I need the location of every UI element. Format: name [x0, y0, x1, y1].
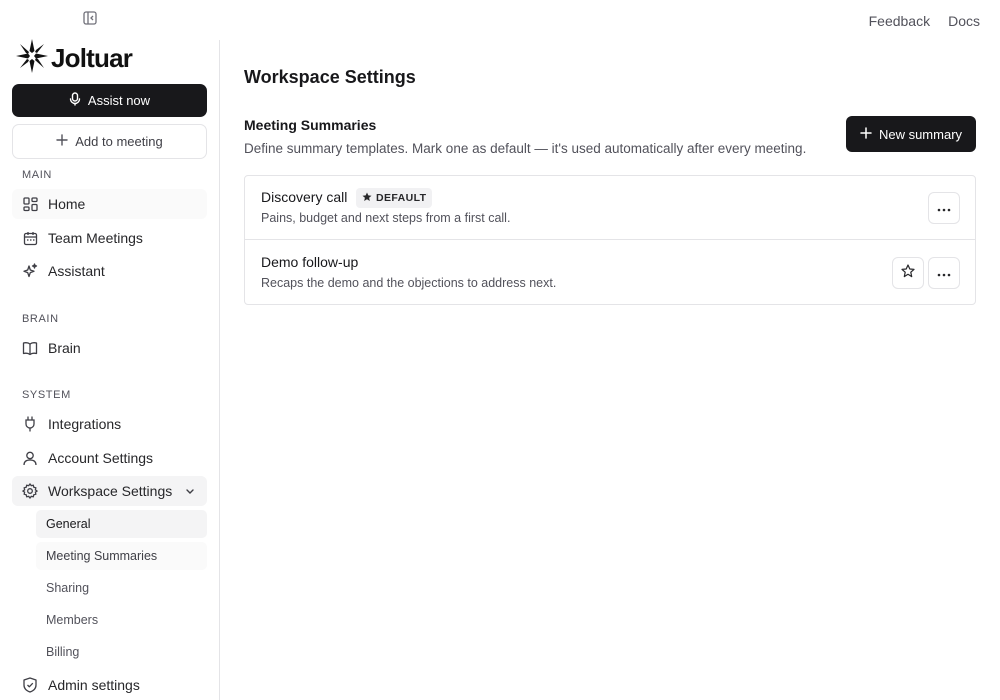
sidebar-item-label: Assistant — [48, 263, 105, 279]
set-default-button[interactable] — [892, 257, 924, 289]
mic-icon — [69, 92, 81, 109]
add-to-meeting-button[interactable]: Add to meeting — [12, 124, 207, 159]
grid-icon — [22, 196, 38, 212]
shield-icon — [22, 677, 38, 693]
plus-icon — [56, 134, 68, 149]
book-icon — [22, 340, 38, 356]
new-summary-button[interactable]: New summary — [846, 116, 976, 152]
new-summary-label: New summary — [878, 126, 963, 142]
sidebar-item-label: Brain — [48, 340, 81, 356]
list-item[interactable]: Discovery call DEFAULT Pains, budget and… — [245, 176, 975, 240]
top-links: Feedback Docs — [869, 13, 980, 29]
template-description: Recaps the demo and the objections to ad… — [261, 276, 557, 290]
brand-logo-icon — [15, 38, 49, 79]
docs-link[interactable]: Docs — [948, 13, 980, 29]
assist-now-label: Assist now — [87, 93, 151, 108]
sparkles-icon — [22, 263, 38, 279]
template-name: Demo follow-up — [261, 254, 359, 270]
template-name: Discovery call — [261, 189, 348, 205]
section-label-main: MAIN — [22, 169, 52, 181]
default-badge: DEFAULT — [356, 188, 433, 208]
plus-icon — [860, 126, 872, 142]
brand-name: Joltuar — [51, 42, 133, 73]
chevron-down-icon — [185, 483, 195, 499]
more-icon — [937, 199, 951, 217]
subnav-item-meeting-summaries[interactable]: Meeting Summaries — [36, 542, 207, 570]
assist-now-button[interactable]: Assist now — [12, 84, 207, 117]
sidebar-collapse-icon — [83, 10, 97, 30]
calendar-icon — [22, 230, 38, 246]
sidebar-item-label: Integrations — [48, 416, 122, 432]
plug-icon — [22, 416, 38, 432]
brand-logo[interactable]: Joltuar — [15, 38, 133, 79]
subnav-item-general[interactable]: General — [36, 510, 207, 538]
sidebar-item-workspace-settings[interactable]: Workspace Settings — [12, 476, 207, 506]
sidebar-item-label: Admin settings — [48, 677, 140, 693]
subnav-item-sharing[interactable]: Sharing — [36, 574, 207, 602]
sidebar-item-label: Home — [48, 196, 86, 212]
sidebar-item-brain[interactable]: Brain — [12, 333, 207, 363]
sidebar: Joltuar Assist now Add to meeting MAIN H… — [0, 38, 220, 700]
feedback-link[interactable]: Feedback — [869, 13, 930, 29]
section-label-brain: BRAIN — [22, 313, 59, 325]
template-description: Pains, budget and next steps from a firs… — [261, 211, 511, 225]
star-icon — [901, 263, 915, 283]
list-item[interactable]: Demo follow-up Recaps the demo and the o… — [245, 241, 975, 305]
more-icon — [937, 264, 951, 282]
subnav-item-members[interactable]: Members — [36, 606, 207, 634]
user-icon — [22, 450, 38, 466]
section-label-system: SYSTEM — [22, 389, 71, 401]
sidebar-item-assistant[interactable]: Assistant — [12, 256, 207, 286]
add-to-meeting-label: Add to meeting — [75, 134, 163, 149]
more-options-button[interactable] — [928, 192, 960, 224]
sidebar-item-label: Team Meetings — [48, 230, 143, 246]
star-icon — [362, 192, 372, 205]
subnav-item-billing[interactable]: Billing — [36, 638, 207, 666]
sidebar-collapse-button[interactable] — [80, 10, 100, 30]
summary-template-list: Discovery call DEFAULT Pains, budget and… — [244, 175, 976, 305]
section-title: Meeting Summaries — [244, 117, 377, 133]
sidebar-item-team-meetings[interactable]: Team Meetings — [12, 223, 207, 253]
more-options-button[interactable] — [928, 257, 960, 289]
default-badge-label: DEFAULT — [376, 192, 427, 204]
sidebar-item-account-settings[interactable]: Account Settings — [12, 443, 207, 473]
sidebar-item-admin-settings[interactable]: Admin settings — [12, 670, 207, 700]
sidebar-item-label: Account Settings — [48, 450, 154, 466]
sidebar-item-integrations[interactable]: Integrations — [12, 409, 207, 439]
section-description: Define summary templates. Mark one as de… — [244, 141, 807, 156]
sidebar-item-home[interactable]: Home — [12, 189, 207, 219]
page-title: Workspace Settings — [244, 67, 416, 87]
sidebar-item-label: Workspace Settings — [48, 483, 173, 499]
gear-icon — [22, 483, 38, 499]
